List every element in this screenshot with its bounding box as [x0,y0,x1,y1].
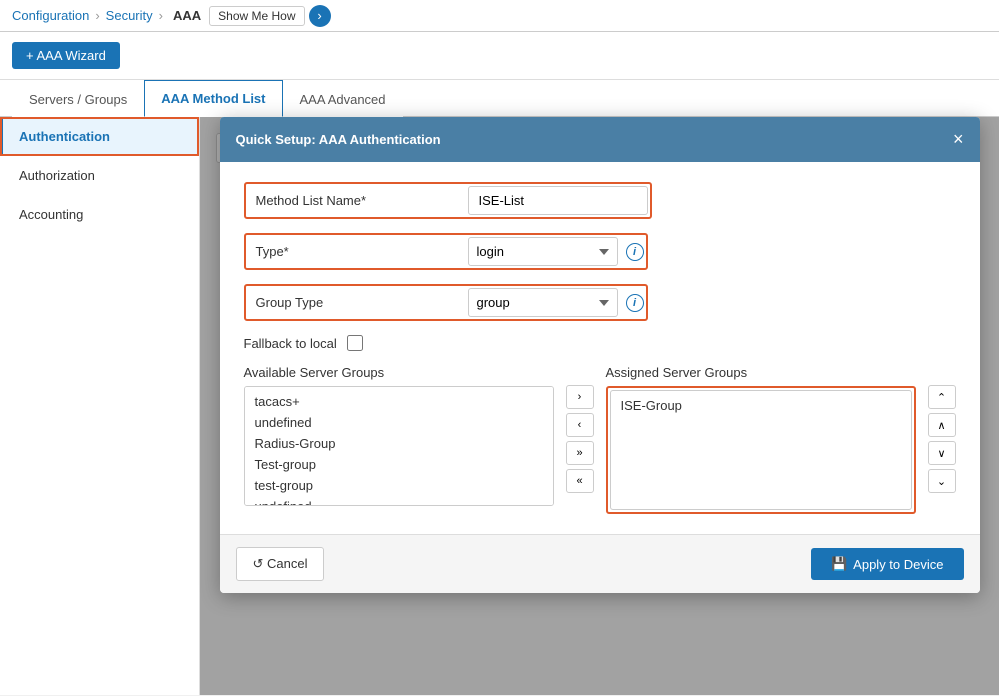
move-left-button[interactable]: ‹ [566,413,594,437]
modal-overlay: Quick Setup: AAA Authentication × Method… [200,117,999,695]
move-bottom-button[interactable]: ⌄ [928,469,956,493]
fallback-row: Fallback to local [244,335,956,351]
available-server-groups-col: Available Server Groups tacacs+ undefine… [244,365,554,506]
fallback-checkbox[interactable] [347,335,363,351]
list-item[interactable]: undefined [245,412,553,433]
security-link[interactable]: Security [106,8,153,23]
tabs-row: Servers / Groups AAA Method List AAA Adv… [0,80,999,117]
assigned-groups-header: Assigned Server Groups [606,365,916,380]
sidebar-item-authentication[interactable]: Authentication [0,117,199,156]
type-row: Type* login enable ppp dot1x i [244,233,956,270]
modal-close-button[interactable]: × [953,129,964,150]
type-label: Type* [248,240,468,263]
apply-icon: 💾 [831,556,847,572]
list-item[interactable]: Test-group [245,454,553,475]
fallback-label: Fallback to local [244,336,337,351]
modal-body: Method List Name* Type* [220,162,980,534]
modal-footer: ↺ Cancel 💾 Apply to Device [220,534,980,593]
move-top-button[interactable]: ⌃ [928,385,956,409]
tab-aaa-advanced[interactable]: AAA Advanced [283,81,403,117]
group-type-select[interactable]: group local none enable line krb5 [468,288,618,317]
type-select[interactable]: login enable ppp dot1x [468,237,618,266]
modal-quick-setup: Quick Setup: AAA Authentication × Method… [220,117,980,593]
assigned-server-groups-col: Assigned Server Groups ISE-Group [606,365,916,514]
separator-1: › [95,8,99,23]
main-panel: + Add ✕ Delete Quick Setup: AAA Authenti… [200,117,999,695]
group-type-info-icon[interactable]: i [626,294,644,312]
content-area: Authentication Authorization Accounting … [0,117,999,695]
modal-header: Quick Setup: AAA Authentication × [220,117,980,162]
list-item[interactable]: ISE-Group [611,395,911,416]
show-me-how-arrow-button[interactable]: › [309,5,331,27]
wizard-bar: + AAA Wizard [0,32,999,80]
move-up-button[interactable]: ∧ [928,413,956,437]
aaa-label: AAA [173,8,201,23]
sidebar-item-accounting[interactable]: Accounting [0,195,199,234]
transfer-buttons: › ‹ » « [566,365,594,493]
sidebar-item-authorization[interactable]: Authorization [0,156,199,195]
tab-aaa-method-list[interactable]: AAA Method List [144,80,282,117]
list-item[interactable]: test-group [245,475,553,496]
method-list-name-input[interactable] [468,186,648,215]
type-info-icon[interactable]: i [626,243,644,261]
tab-servers-groups[interactable]: Servers / Groups [12,81,144,117]
separator-2: › [159,8,163,23]
list-item[interactable]: Radius-Group [245,433,553,454]
configuration-link[interactable]: Configuration [12,8,89,23]
method-list-name-row: Method List Name* [244,182,956,219]
aaa-wizard-button[interactable]: + AAA Wizard [12,42,120,69]
move-right-button[interactable]: › [566,385,594,409]
list-item[interactable]: undefined [245,496,553,506]
move-all-left-button[interactable]: « [566,469,594,493]
available-groups-list[interactable]: tacacs+ undefined Radius-Group Test-grou… [244,386,554,506]
cancel-button[interactable]: ↺ Cancel [236,547,325,581]
apply-to-device-button[interactable]: 💾 Apply to Device [811,548,964,580]
available-groups-header: Available Server Groups [244,365,554,380]
assigned-groups-list[interactable]: ISE-Group [610,390,912,510]
modal-title: Quick Setup: AAA Authentication [236,132,441,147]
group-type-row: Group Type group local none enable line … [244,284,956,321]
apply-label: Apply to Device [853,557,943,572]
group-type-label: Group Type [248,291,468,314]
method-list-name-label: Method List Name* [248,189,468,212]
list-item[interactable]: tacacs+ [245,391,553,412]
server-groups-section: Available Server Groups tacacs+ undefine… [244,365,956,514]
move-down-button[interactable]: ∨ [928,441,956,465]
sidebar: Authentication Authorization Accounting [0,117,200,695]
top-navigation: Configuration › Security › AAA Show Me H… [0,0,999,32]
order-buttons: ⌃ ∧ ∨ ⌄ [928,365,956,493]
move-all-right-button[interactable]: » [566,441,594,465]
show-me-how-button[interactable]: Show Me How [209,6,304,26]
